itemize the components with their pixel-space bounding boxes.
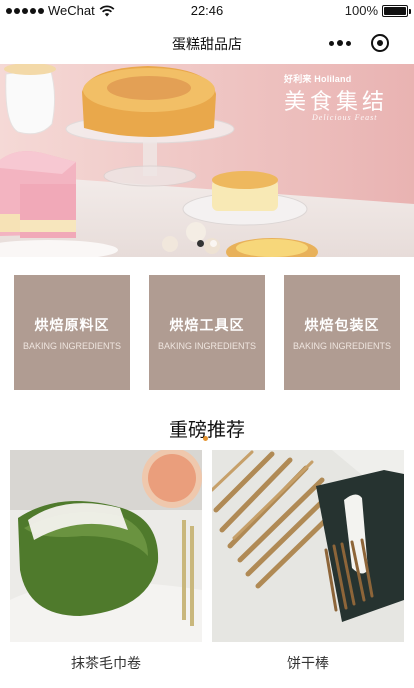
status-bar: WeChat 22:46 100% <box>0 0 414 22</box>
more-menu-button[interactable] <box>320 29 360 57</box>
carousel-dot[interactable] <box>210 240 217 247</box>
banner-subline: Delicious Feast <box>312 113 378 122</box>
product-card-matcha-roll[interactable]: 抹茶毛巾卷 <box>10 450 202 680</box>
category-subtitle: BAKING INGREDIENTS <box>22 340 121 351</box>
product-card-biscuit-sticks[interactable]: 饼干棒 <box>212 450 404 680</box>
title-accent-dot <box>203 436 208 441</box>
close-mini-program-button[interactable] <box>360 29 400 57</box>
battery-icon <box>382 4 411 17</box>
nav-bar: 蛋糕甜品店 <box>0 22 414 64</box>
status-right: 100% <box>344 3 411 18</box>
category-title: 烘焙包装区 <box>304 317 380 334</box>
category-tile-ingredients[interactable]: 烘焙原料区 BAKING INGREDIENTS <box>14 275 130 390</box>
banner-headline: 美食集结 <box>284 90 389 115</box>
banner-carousel[interactable]: 好利来 Holiland 美食集结 Delicious Feast <box>0 64 414 257</box>
target-icon <box>371 34 389 52</box>
product-image <box>212 450 404 642</box>
product-name: 抹茶毛巾卷 <box>71 656 141 672</box>
category-tile-tools[interactable]: 烘焙工具区 BAKING INGREDIENTS <box>149 275 265 390</box>
product-image <box>10 450 202 642</box>
category-tile-packaging[interactable]: 烘焙包装区 BAKING INGREDIENTS <box>284 275 400 390</box>
product-name: 饼干棒 <box>287 656 329 672</box>
category-subtitle: BAKING INGREDIENTS <box>292 340 391 351</box>
carousel-indicator <box>0 240 414 247</box>
category-title: 烘焙原料区 <box>34 317 110 334</box>
battery-percent: 100% <box>344 3 378 18</box>
category-title: 烘焙工具区 <box>169 317 245 334</box>
mini-program-capsule <box>320 29 400 57</box>
carousel-dot[interactable] <box>197 240 204 247</box>
category-grid: 烘焙原料区 BAKING INGREDIENTS 烘焙工具区 BAKING IN… <box>14 275 400 390</box>
category-subtitle: BAKING INGREDIENTS <box>157 340 256 351</box>
